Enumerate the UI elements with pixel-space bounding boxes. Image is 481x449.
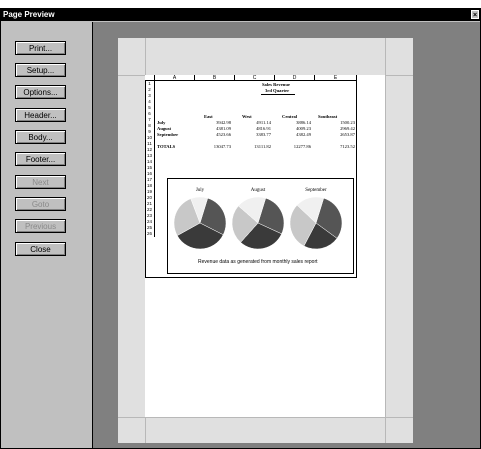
column-header-d: D <box>275 75 315 81</box>
page-preview-window: Page Preview × Print... Setup... Options… <box>0 8 481 449</box>
page-body: ABCDE 1 2 3 4 5 6 7 8 9 10 11 12 13 14 15 16 17 18 19 20 21 2… <box>145 75 385 417</box>
close-button[interactable]: Close <box>15 242 66 256</box>
column-header-e: E <box>315 75 357 81</box>
column-header-a: A <box>155 75 195 81</box>
pie-title-august: August <box>251 188 266 193</box>
cell-september-central: 4382.49 <box>296 132 311 137</box>
cell-totals-west: 13111.82 <box>254 144 271 149</box>
title-underline <box>261 94 295 95</box>
setup-button[interactable]: Setup... <box>15 63 66 77</box>
margin-guide-right <box>385 38 386 443</box>
cell-totals-southeast: 7123.52 <box>340 144 355 149</box>
window-title-bar: Page Preview × <box>1 9 480 21</box>
preview-area: ABCDE 1 2 3 4 5 6 7 8 9 10 11 12 13 14 15 16 17 18 19 20 21 2… <box>92 22 480 448</box>
footer-button[interactable]: Footer... <box>15 152 66 166</box>
button-panel: Print... Setup... Options... Header... B… <box>2 22 92 448</box>
header-button[interactable]: Header... <box>15 108 66 122</box>
next-button[interactable]: Next <box>15 175 66 189</box>
cell-september-west: 3383.77 <box>256 132 271 137</box>
cell-totals-east: 13047.73 <box>213 144 231 149</box>
row-header-26: 26 <box>145 231 155 237</box>
window-title: Page Preview <box>3 10 55 19</box>
previous-button[interactable]: Previous <box>15 219 66 233</box>
row-label-september: September <box>157 132 179 137</box>
row-label-totals: TOTALS <box>157 144 176 149</box>
close-window-icon[interactable]: × <box>471 10 479 19</box>
chart-frame: July August September Revenue data as gene… <box>167 178 354 274</box>
column-header-b: B <box>195 75 235 81</box>
cell-totals-central: 12277.86 <box>293 144 311 149</box>
pie-title-september: September <box>305 188 327 193</box>
options-button[interactable]: Options... <box>15 85 66 99</box>
print-button[interactable]: Print... <box>15 41 66 55</box>
cell-september-east: 4523.66 <box>216 132 231 137</box>
pie-title-july: July <box>196 188 205 193</box>
column-header-c: C <box>235 75 275 81</box>
cell-september-southeast: 2653.87 <box>340 132 355 137</box>
margin-guide-bottom <box>118 417 413 418</box>
body-button[interactable]: Body... <box>15 130 66 144</box>
goto-button[interactable]: Goto <box>15 197 66 211</box>
chart-caption: Revenue data as generated from monthly s… <box>198 259 318 265</box>
page-preview: ABCDE 1 2 3 4 5 6 7 8 9 10 11 12 13 14 15 16 17 18 19 20 21 2… <box>118 38 413 443</box>
spreadsheet-printout: ABCDE 1 2 3 4 5 6 7 8 9 10 11 12 13 14 15 16 17 18 19 20 21 2… <box>145 75 357 278</box>
